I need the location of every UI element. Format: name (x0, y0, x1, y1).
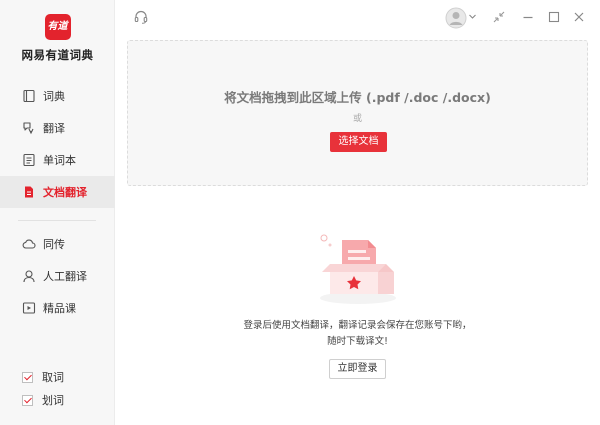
choose-document-button[interactable]: 选择文档 (330, 132, 387, 152)
app-logo: 有道 (44, 14, 71, 40)
sidebar-item-translate[interactable]: 翻译 (0, 112, 115, 144)
upload-or-text: 或 (352, 114, 362, 124)
sidebar-item-label: 文档翻译 (43, 186, 87, 199)
headset-icon[interactable] (133, 9, 149, 25)
sidebar-item-label: 翻译 (43, 122, 65, 135)
sidebar-divider (18, 220, 96, 221)
sidebar-item-human-translate[interactable]: 人工翻译 (0, 260, 115, 292)
chevron-down-icon[interactable] (468, 12, 477, 21)
upload-drop-zone[interactable]: 将文档拖拽到此区域上传 (.pdf /.doc /.docx) 或 选择文档 (127, 40, 588, 186)
sidebar-item-label: 人工翻译 (43, 270, 87, 283)
brand: 有道 网易有道词典 (0, 14, 115, 63)
sidebar-item-courses[interactable]: 精品课 (0, 292, 115, 324)
sidebar-item-dictionary[interactable]: 词典 (0, 80, 115, 112)
maximize-icon[interactable] (548, 11, 560, 23)
word-capture-checkbox[interactable]: 取词 (22, 369, 64, 385)
sidebar-item-label: 同传 (43, 238, 65, 251)
login-message-line: 随时下载译文! (327, 336, 388, 347)
cloud-icon (22, 237, 36, 251)
sidebar-item-interpretation[interactable]: 同传 (0, 228, 115, 260)
checkbox-checked[interactable] (22, 394, 33, 406)
word-select-checkbox[interactable]: 划词 (22, 392, 64, 408)
close-icon[interactable] (573, 11, 585, 23)
shrink-icon[interactable] (493, 11, 505, 23)
checkbox-label: 划词 (42, 394, 64, 407)
document-icon (22, 185, 36, 199)
sidebar-item-document-translate[interactable]: 文档翻译 (0, 176, 115, 208)
document-box-illustration (310, 228, 406, 308)
avatar[interactable] (445, 7, 467, 29)
sidebar-item-wordbook[interactable]: 单词本 (0, 144, 115, 176)
book-icon (22, 89, 36, 103)
checkbox-checked[interactable] (22, 371, 33, 383)
sidebar-item-label: 词典 (43, 90, 65, 103)
minimize-icon[interactable] (522, 11, 534, 23)
sidebar: 有道 网易有道词典 词典 翻译 单词本 文档翻译 同传 人工翻译 精品课 取词 … (0, 0, 115, 425)
upload-instructions: 将文档拖拽到此区域上传 (.pdf /.doc /.docx) (224, 90, 491, 105)
login-message-line: 登录后使用文档翻译，翻译记录会保存在您账号下哟， (243, 320, 472, 331)
video-icon (22, 301, 36, 315)
sidebar-item-label: 单词本 (43, 154, 76, 167)
person-icon (22, 269, 36, 283)
app-name: 网易有道词典 (21, 48, 94, 62)
checkbox-label: 取词 (42, 371, 64, 384)
wordbook-icon (22, 153, 36, 167)
translate-icon (22, 121, 36, 135)
sidebar-item-label: 精品课 (43, 302, 76, 315)
login-button[interactable]: 立即登录 (329, 359, 386, 379)
login-message: 登录后使用文档翻译，翻译记录会保存在您账号下哟， 随时下载译文! (127, 318, 588, 350)
